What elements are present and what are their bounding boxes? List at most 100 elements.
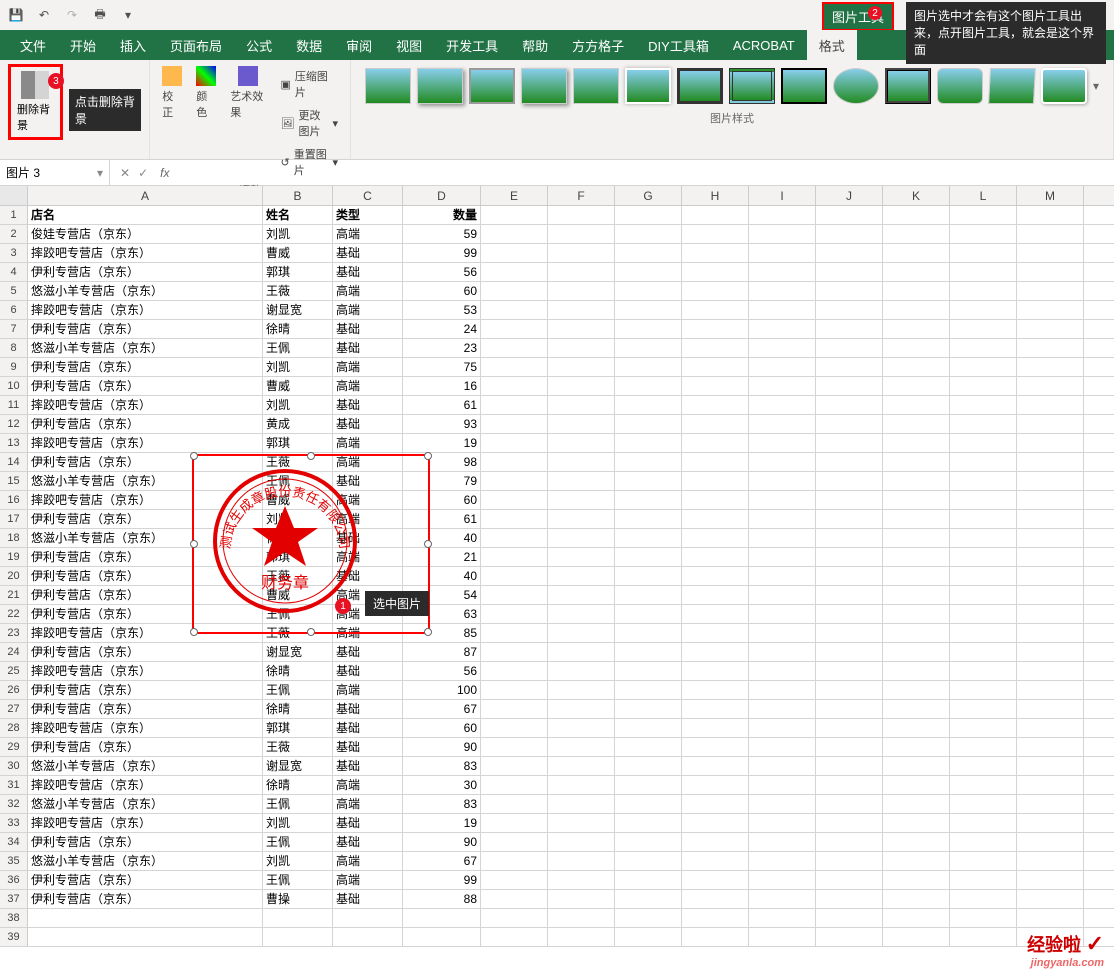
cell[interactable] — [615, 472, 682, 490]
cell[interactable] — [615, 795, 682, 813]
cell[interactable] — [682, 282, 749, 300]
column-header-I[interactable]: I — [749, 186, 816, 205]
cell[interactable] — [548, 605, 615, 623]
cell[interactable] — [1017, 434, 1084, 452]
style-shadow[interactable] — [417, 68, 463, 104]
cell[interactable] — [481, 453, 548, 471]
cell[interactable] — [548, 339, 615, 357]
row-header[interactable]: 36 — [0, 871, 28, 889]
cell[interactable]: 83 — [403, 795, 481, 813]
cell[interactable] — [950, 719, 1017, 737]
style-compound[interactable] — [885, 68, 931, 104]
cell[interactable] — [950, 890, 1017, 908]
cell[interactable] — [548, 890, 615, 908]
cell[interactable] — [883, 453, 950, 471]
corrections-button[interactable]: 校正 — [158, 64, 186, 122]
cell[interactable] — [883, 738, 950, 756]
cell[interactable] — [481, 909, 548, 927]
cell[interactable]: 刘凯 — [263, 225, 333, 243]
cell[interactable] — [749, 415, 816, 433]
cell[interactable] — [615, 434, 682, 452]
row-header[interactable]: 16 — [0, 491, 28, 509]
cell[interactable] — [481, 548, 548, 566]
cell[interactable] — [749, 605, 816, 623]
cell[interactable]: 伊利专营店（京东） — [28, 643, 263, 661]
cell[interactable] — [548, 263, 615, 281]
cell[interactable] — [883, 282, 950, 300]
cell[interactable] — [749, 396, 816, 414]
cell[interactable]: 悠滋小羊专营店（京东） — [28, 757, 263, 775]
cell[interactable] — [749, 833, 816, 851]
cell[interactable] — [950, 415, 1017, 433]
cell[interactable] — [615, 377, 682, 395]
stamp-image[interactable]: 测试生成章股份责任有限公司 财务章 — [210, 466, 360, 616]
cell[interactable] — [1017, 643, 1084, 661]
column-header-G[interactable]: G — [615, 186, 682, 205]
style-simple[interactable] — [365, 68, 411, 104]
cell[interactable] — [749, 586, 816, 604]
cell[interactable] — [548, 662, 615, 680]
cell[interactable] — [481, 434, 548, 452]
cell[interactable] — [950, 643, 1017, 661]
cell[interactable] — [816, 225, 883, 243]
cell[interactable] — [615, 681, 682, 699]
cell[interactable] — [883, 472, 950, 490]
cell[interactable] — [481, 624, 548, 642]
cell[interactable] — [481, 795, 548, 813]
cell[interactable] — [883, 795, 950, 813]
column-header-H[interactable]: H — [682, 186, 749, 205]
row-header[interactable]: 5 — [0, 282, 28, 300]
style-center-shadow[interactable] — [988, 68, 1036, 104]
cell[interactable] — [816, 624, 883, 642]
cell[interactable]: 伊利专营店（京东） — [28, 700, 263, 718]
style-double-black[interactable] — [677, 68, 723, 104]
cell[interactable] — [950, 320, 1017, 338]
cell[interactable] — [615, 339, 682, 357]
column-header-D[interactable]: D — [403, 186, 481, 205]
cell[interactable] — [816, 567, 883, 585]
cell[interactable]: 60 — [403, 719, 481, 737]
cell[interactable]: 基础 — [333, 833, 403, 851]
cell[interactable] — [548, 624, 615, 642]
cell[interactable] — [950, 567, 1017, 585]
cell[interactable] — [950, 738, 1017, 756]
cell[interactable]: 伊利专营店（京东） — [28, 890, 263, 908]
remove-background-button[interactable]: 删除背景 3 — [8, 64, 63, 140]
picture-tools-contextual-tab[interactable]: 图片工具 — [822, 2, 894, 31]
cell[interactable] — [682, 244, 749, 262]
cell[interactable] — [1017, 529, 1084, 547]
cell[interactable] — [481, 719, 548, 737]
cell[interactable]: 67 — [403, 852, 481, 870]
select-all-corner[interactable] — [0, 186, 28, 205]
cell[interactable]: 16 — [403, 377, 481, 395]
row-header[interactable]: 30 — [0, 757, 28, 775]
cell[interactable]: 基础 — [333, 396, 403, 414]
cell[interactable] — [816, 586, 883, 604]
row-header[interactable]: 21 — [0, 586, 28, 604]
row-header[interactable]: 23 — [0, 624, 28, 642]
cell[interactable] — [682, 909, 749, 927]
tab-页面布局[interactable]: 页面布局 — [158, 30, 234, 61]
cell[interactable] — [816, 605, 883, 623]
cell[interactable] — [548, 738, 615, 756]
cell[interactable]: 高端 — [333, 282, 403, 300]
cell[interactable] — [883, 510, 950, 528]
compress-picture-button[interactable]: ▣压缩图片 — [277, 66, 342, 102]
cell[interactable] — [615, 548, 682, 566]
cell[interactable] — [1017, 491, 1084, 509]
cell[interactable] — [682, 263, 749, 281]
cell[interactable] — [1017, 377, 1084, 395]
cell[interactable] — [1017, 681, 1084, 699]
cell[interactable]: 高端 — [333, 434, 403, 452]
cell[interactable] — [481, 472, 548, 490]
cell[interactable] — [749, 263, 816, 281]
style-thick-matte[interactable] — [729, 68, 775, 104]
cell[interactable] — [682, 434, 749, 452]
cell[interactable] — [816, 833, 883, 851]
cell[interactable] — [883, 244, 950, 262]
cell[interactable]: 88 — [403, 890, 481, 908]
cell[interactable] — [682, 529, 749, 547]
row-header[interactable]: 4 — [0, 263, 28, 281]
cell[interactable] — [950, 833, 1017, 851]
cell[interactable] — [1017, 871, 1084, 889]
